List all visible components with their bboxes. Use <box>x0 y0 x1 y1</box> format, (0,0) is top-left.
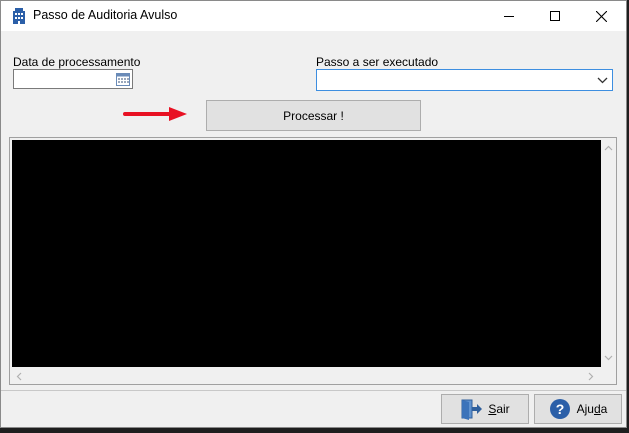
red-arrow-annotation <box>123 107 187 121</box>
scroll-up-icon[interactable] <box>604 145 613 151</box>
exit-button-label: Sair <box>488 402 510 416</box>
step-select[interactable] <box>316 69 613 91</box>
title-bar[interactable]: Passo de Auditoria Avulso <box>1 1 626 31</box>
maximize-icon <box>550 11 560 21</box>
help-button-label: Ajuda <box>576 402 608 416</box>
output-console[interactable] <box>12 140 601 367</box>
output-panel <box>9 137 617 385</box>
step-label: Passo a ser executado <box>316 55 439 69</box>
exit-door-icon <box>461 399 483 420</box>
maximize-button[interactable] <box>532 1 578 31</box>
date-label: Data de processamento <box>13 55 141 69</box>
help-button[interactable]: ? Ajuda <box>534 394 622 424</box>
close-icon <box>595 10 607 22</box>
scroll-left-icon[interactable] <box>16 372 22 381</box>
help-icon: ? <box>549 399 570 419</box>
date-input[interactable] <box>14 70 120 88</box>
scroll-down-icon[interactable] <box>604 355 613 361</box>
window-title: Passo de Auditoria Avulso <box>33 8 178 22</box>
horizontal-scrollbar[interactable] <box>10 369 601 384</box>
footer-divider <box>1 390 626 391</box>
chevron-down-icon[interactable] <box>597 75 608 86</box>
building-icon <box>13 8 25 24</box>
svg-text:?: ? <box>555 401 564 417</box>
vertical-scrollbar[interactable] <box>601 138 616 368</box>
scroll-right-icon[interactable] <box>588 372 594 381</box>
minimize-icon <box>504 16 514 17</box>
date-field[interactable] <box>13 69 133 89</box>
exit-button[interactable]: Sair <box>441 394 529 424</box>
process-button[interactable]: Processar ! <box>206 100 421 131</box>
process-button-label: Processar ! <box>283 108 344 123</box>
calendar-icon[interactable] <box>116 72 130 86</box>
app-window: Passo de Auditoria Avulso Data de proces… <box>0 0 627 428</box>
minimize-button[interactable] <box>486 1 532 31</box>
close-button[interactable] <box>578 1 624 31</box>
